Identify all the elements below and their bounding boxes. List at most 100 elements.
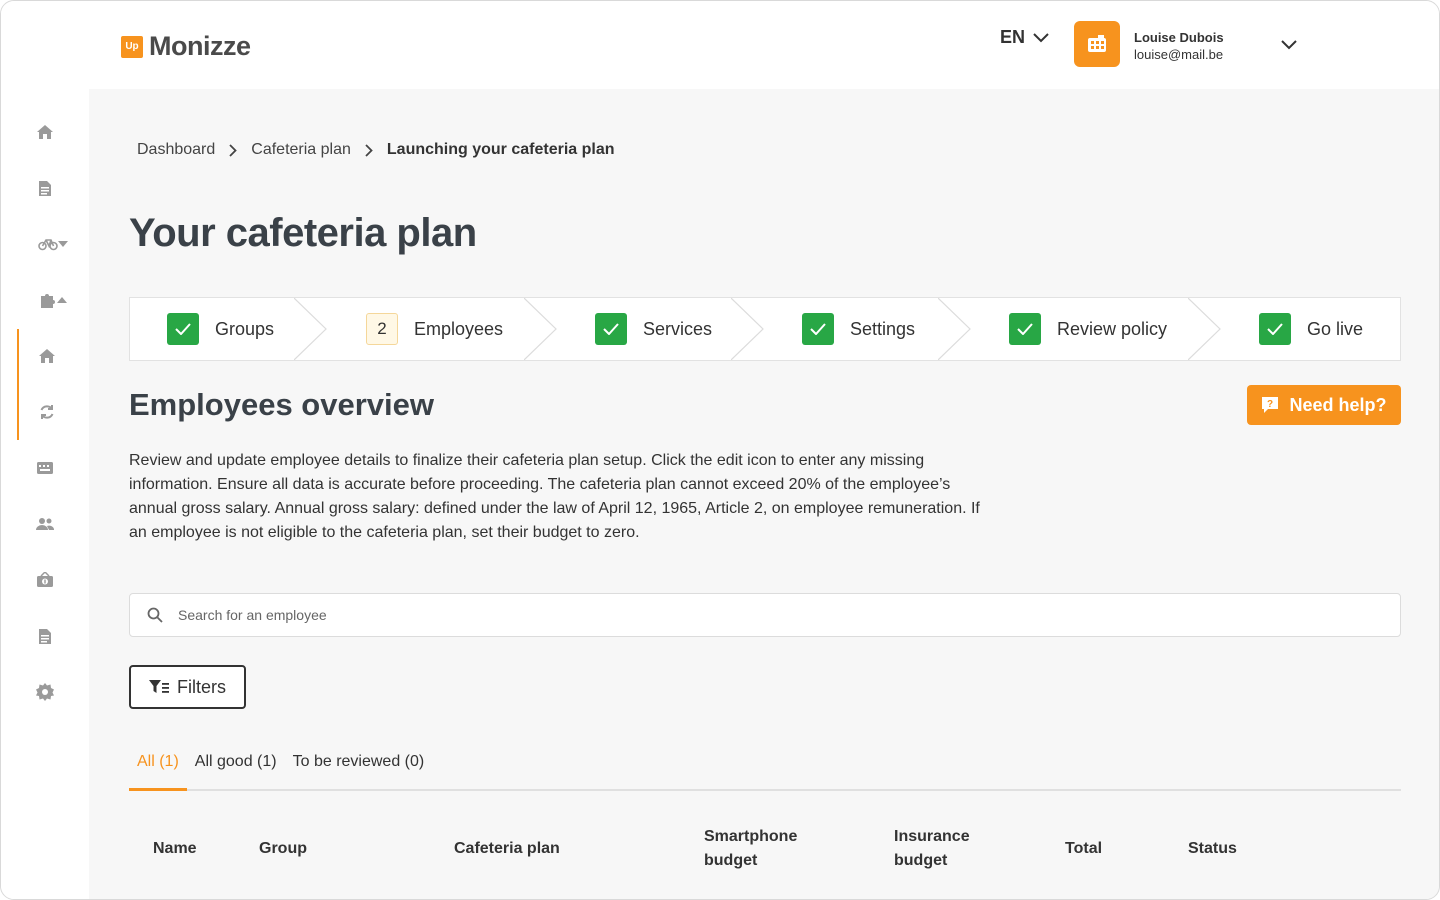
sidebar-item-benefits[interactable] (35, 288, 71, 312)
sidebar-item-mobility[interactable] (35, 232, 71, 256)
breadcrumb: Dashboard Cafeteria plan Launching your … (137, 141, 615, 159)
gear-icon (36, 683, 54, 701)
check-icon (595, 313, 627, 345)
sidebar-active-indicator (17, 329, 19, 440)
chevron-right-icon (365, 143, 373, 157)
sidebar-item-invoices[interactable] (33, 624, 57, 648)
user-email: louise@mail.be (1134, 47, 1224, 62)
sidebar (1, 89, 89, 899)
building-icon (1088, 35, 1106, 52)
step-groups[interactable]: Groups (167, 298, 274, 360)
step-separator (524, 298, 557, 360)
monizze-logo[interactable]: Up Monizze (121, 31, 251, 62)
filters-button[interactable]: Filters (129, 665, 246, 709)
home-icon (39, 349, 55, 363)
sidebar-item-home[interactable] (33, 120, 57, 144)
filters-label: Filters (177, 676, 226, 697)
language-selector[interactable]: EN (1000, 27, 1049, 48)
breadcrumb-cafeteria-plan[interactable]: Cafeteria plan (251, 141, 351, 159)
search-input[interactable] (178, 607, 1178, 623)
step-label: Groups (215, 318, 275, 339)
filter-icon (149, 680, 169, 693)
need-help-button[interactable]: ? Need help? (1247, 385, 1401, 425)
tab-all-good[interactable]: All good (1) (187, 745, 285, 791)
step-go-live[interactable]: Go live (1259, 298, 1363, 360)
user-menu-toggle[interactable] (1281, 37, 1297, 55)
step-review-policy[interactable]: Review policy (1009, 298, 1167, 360)
check-icon (1259, 313, 1291, 345)
column-header-line: Insurance (894, 828, 970, 845)
column-header-line: budget (704, 852, 758, 869)
logo-badge: Up (121, 35, 143, 58)
chevron-right-icon (229, 143, 238, 157)
language-label: EN (1000, 27, 1026, 47)
keyboard-icon (37, 462, 53, 474)
user-info[interactable]: Louise Dubois louise@mail.be (1134, 30, 1224, 62)
chevron-down-icon (1033, 32, 1049, 42)
money-box-icon (37, 572, 53, 587)
step-number: 2 (366, 313, 398, 345)
employee-search[interactable] (129, 593, 1401, 637)
section-description: Review and update employee details to fi… (129, 452, 980, 541)
document-icon (39, 180, 51, 196)
column-header-line: budget (894, 852, 948, 869)
app-window: Up Monizze EN Louise Dubois louise@mail.… (0, 0, 1440, 900)
progress-stepper: Groups 2 Employees Services Settings Rev… (129, 297, 1401, 361)
help-chat-icon: ? (1262, 397, 1279, 413)
check-icon (1009, 313, 1041, 345)
step-separator (294, 298, 327, 360)
sidebar-item-documents[interactable] (33, 176, 57, 200)
bike-icon (38, 239, 58, 251)
sidebar-item-employees[interactable] (33, 512, 57, 536)
step-label: Settings (850, 318, 916, 339)
svg-text:?: ? (1267, 399, 1273, 410)
step-label: Services (643, 318, 713, 339)
page-title: Your cafeteria plan (129, 211, 477, 255)
tab-to-be-reviewed[interactable]: To be reviewed (0) (285, 745, 433, 791)
sidebar-item-cards[interactable] (33, 456, 57, 480)
breadcrumb-dashboard[interactable]: Dashboard (137, 141, 215, 159)
column-header-cafeteria-plan[interactable]: Cafeteria plan (454, 837, 560, 861)
step-employees[interactable]: 2 Employees (366, 298, 503, 360)
main-content: Dashboard Cafeteria plan Launching your … (89, 89, 1439, 899)
user-name: Louise Dubois (1134, 30, 1224, 45)
column-header-group[interactable]: Group (259, 837, 307, 861)
need-help-label: Need help? (1289, 394, 1387, 415)
sidebar-item-sync[interactable] (35, 400, 59, 424)
sidebar-item-settings[interactable] (33, 680, 57, 704)
caret-down-icon (58, 241, 68, 247)
breadcrumb-current: Launching your cafeteria plan (386, 141, 615, 158)
sidebar-item-cafeteria-home[interactable] (35, 344, 59, 368)
logo-text: Monizze (149, 31, 251, 61)
step-separator (1188, 298, 1221, 360)
step-separator (938, 298, 971, 360)
column-header-name[interactable]: Name (153, 837, 197, 861)
step-label: Go live (1307, 318, 1364, 339)
step-label: Review policy (1057, 318, 1168, 339)
column-header-smartphone-budget[interactable]: Smartphone budget (704, 825, 797, 873)
document-icon (39, 628, 51, 644)
status-tabs: All (1) All good (1) To be reviewed (0) (129, 745, 1401, 791)
home-icon (37, 125, 53, 139)
column-header-status[interactable]: Status (1188, 837, 1237, 861)
top-header: Up Monizze EN Louise Dubois louise@mail.… (1, 1, 1439, 89)
users-icon (36, 518, 54, 530)
chevron-down-icon (1281, 40, 1297, 50)
column-header-insurance-budget[interactable]: Insurance budget (894, 825, 970, 873)
sidebar-item-payments[interactable] (33, 568, 57, 592)
step-services[interactable]: Services (595, 298, 712, 360)
puzzle-icon (41, 294, 55, 308)
check-icon (167, 313, 199, 345)
search-icon (147, 607, 163, 623)
refresh-icon (40, 405, 54, 419)
step-settings[interactable]: Settings (802, 298, 915, 360)
caret-up-icon (57, 297, 67, 303)
column-header-total[interactable]: Total (1065, 837, 1102, 861)
column-header-line: Smartphone (704, 828, 798, 845)
company-avatar[interactable] (1074, 21, 1120, 67)
step-label: Employees (414, 318, 504, 339)
section-title: Employees overview (129, 387, 434, 422)
tab-all[interactable]: All (1) (129, 745, 187, 791)
check-icon (802, 313, 834, 345)
step-separator (731, 298, 764, 360)
